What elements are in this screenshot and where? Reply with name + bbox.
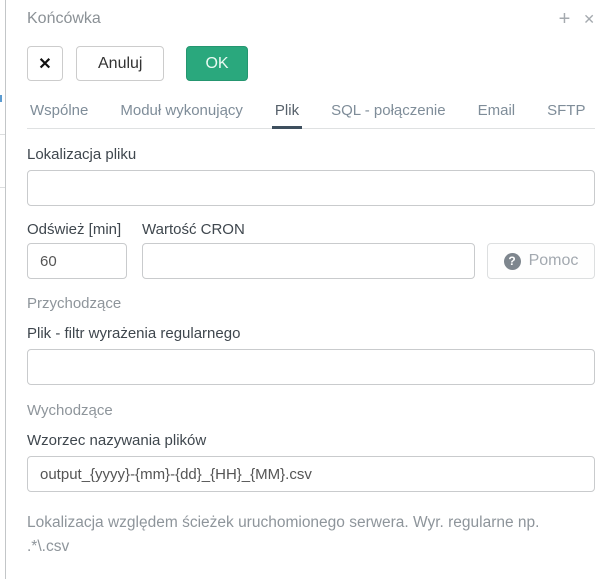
incoming-section-label: Przychodzące [27,295,595,313]
outgoing-section-label: Wychodzące [27,402,595,420]
tab-wspolne[interactable]: Wspólne [27,98,91,128]
cron-input[interactable] [142,243,475,279]
question-mark-icon: ? [504,253,521,270]
refresh-input[interactable] [27,243,127,279]
tab-plik[interactable]: Plik [272,98,302,129]
dialog-title: Końcówka [27,10,101,28]
tab-bar: Wspólne Moduł wykonujący Plik SQL - połą… [27,98,595,129]
helper-text: Lokalizacja względem ścieżek uruchomione… [27,511,579,559]
help-button-label: Pomoc [529,252,579,270]
refresh-cron-labels: Odśwież [min] Wartość CRON [27,221,595,239]
close-button[interactable]: ✕ [27,46,63,81]
background-page-edge [0,0,6,579]
naming-pattern-label: Wzorzec nazywania plików [27,432,595,450]
background-row-divider [0,134,5,135]
refresh-cron-row: ? Pomoc [27,243,595,279]
refresh-label: Odśwież [min] [27,221,142,239]
regex-filter-label: Plik - filtr wyrażenia regularnego [27,325,595,343]
tab-email[interactable]: Email [475,98,519,128]
window-controls: + ✕ [559,11,595,27]
dialog-header: Końcówka + ✕ [27,10,595,28]
dialog-toolbar: ✕ Anuluj OK [27,46,595,81]
help-button[interactable]: ? Pomoc [487,243,595,279]
cancel-button[interactable]: Anuluj [76,46,164,81]
regex-filter-input[interactable] [27,349,595,385]
ok-button[interactable]: OK [186,46,247,81]
tab-sql-polaczenie[interactable]: SQL - połączenie [328,98,449,128]
background-fragment [0,95,2,102]
tab-modul-wykonujacy[interactable]: Moduł wykonujący [117,98,246,128]
endpoint-dialog: Końcówka + ✕ ✕ Anuluj OK Wspólne Moduł w… [7,0,608,579]
close-icon[interactable]: ✕ [583,11,595,27]
file-location-input[interactable] [27,170,595,206]
tab-sftp[interactable]: SFTP [544,98,588,128]
add-icon[interactable]: + [559,11,571,27]
file-location-label: Lokalizacja pliku [27,146,595,164]
naming-pattern-input[interactable] [27,456,595,492]
background-row-divider [0,187,5,188]
cron-label: Wartość CRON [142,221,245,239]
